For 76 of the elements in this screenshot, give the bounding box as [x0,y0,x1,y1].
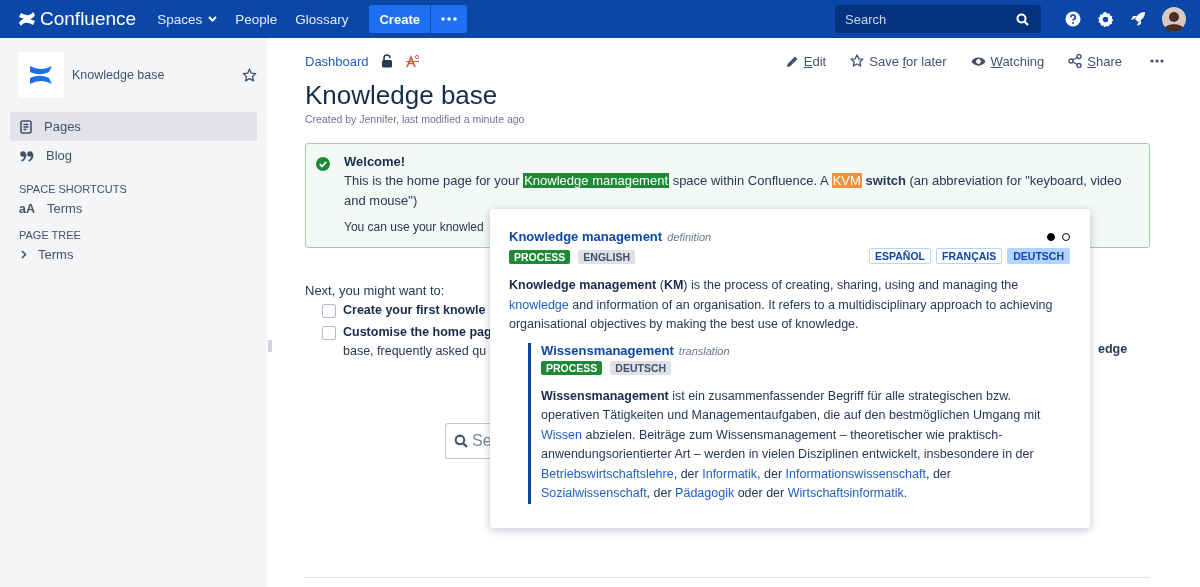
term-type: translation [678,344,730,357]
term-link[interactable]: Wirtschaftsinformatik [787,486,904,500]
quote-icon [20,149,34,162]
nav-link[interactable]: People [226,5,287,33]
shortcut-link[interactable]: Terms [47,201,83,216]
resize-handle[interactable] [268,340,272,352]
section-heading: SPACE SHORTCUTS [19,183,128,195]
term-link[interactable]: Wissensmanagement [541,342,674,358]
term-link[interactable]: Wissen [541,427,582,442]
term-type: definition [667,231,712,243]
next-heading: Next, you might want to: [305,283,445,298]
dots-icon [1150,59,1164,63]
page-byline: Created by Jennifer, last modified a minute ago [305,113,526,125]
tree-item[interactable]: Terms [38,247,74,262]
star-icon [850,54,865,68]
tag: DEUTSCH [610,360,672,375]
success-icon [316,157,330,171]
space-name[interactable]: Knowledge base [72,68,242,82]
sidebar-item[interactable]: Blog [10,141,257,170]
share-icon [1068,54,1083,68]
action-button[interactable]: Watching [966,53,1049,69]
action-button[interactable]: Save for later [846,53,951,69]
settings-icon[interactable] [1097,10,1114,28]
term-link[interactable]: Betriebswirtschaftslehre [541,466,674,481]
breadcrumb-link[interactable]: Dashboard [305,53,369,69]
expand-icon[interactable] [20,250,28,259]
unlock-icon[interactable] [380,54,393,68]
app-logo[interactable]: Confluence [40,8,137,30]
page-icon [20,119,32,134]
language-tab[interactable]: ESPAÑOL [869,248,931,264]
tag: ENGLISH [578,250,636,264]
term-link[interactable]: knowledge [509,297,569,312]
avatar[interactable] [1162,7,1186,31]
translate-icon[interactable] [404,53,420,69]
shortcut-icon: aA [19,201,35,216]
help-icon[interactable] [1065,11,1081,27]
term-link[interactable]: Pädagogik [675,486,735,500]
star-icon[interactable] [242,67,257,83]
checkbox[interactable] [322,326,336,340]
tag: PROCESS [541,360,603,375]
language-tab[interactable]: DEUTSCH [1007,248,1070,264]
panel-title: Welcome! [344,154,407,169]
section-heading: PAGE TREE [19,229,82,241]
rocket-icon[interactable] [1130,11,1146,27]
dots-icon [440,17,457,21]
tag: PROCESS [509,250,571,264]
checkbox[interactable] [322,304,336,318]
search-field[interactable]: Se [445,423,492,459]
pencil-icon [785,54,799,68]
task-text: edge [1098,341,1128,358]
action-button[interactable]: Edit [781,53,831,69]
task-text: base, frequently asked qu [343,343,488,360]
term-link[interactable]: Sozialwissenschaft [541,486,647,500]
pager-dot[interactable] [1047,232,1055,241]
definition-text: Knowledge management (KM) is the process of creating, sharing, using and managing the knowledge and information of an organisation. It refers to a multidisciplinary approach to achieving organisational objectives by making the best use of knowledge. [509,277,1054,333]
search-field[interactable]: Search [835,5,1041,33]
panel-text: This is the home page for your Knowledge management space within Confluence. A KVM switch (an abbreviation for "keyboard, video and mouse") [344,172,1123,210]
eye-icon [970,55,986,67]
sidebar-item[interactable]: Pages [10,112,257,141]
task-text: Create your first knowle [343,302,486,319]
page-title: Knowledge base [305,80,499,111]
search-icon [1016,13,1029,26]
language-tab[interactable]: FRANÇAIS [936,248,1003,264]
glossary-term[interactable]: Knowledge management [523,173,670,188]
more-button[interactable] [429,5,467,33]
logo-icon [18,11,36,27]
create-button[interactable]: Create [369,5,430,33]
nav-link[interactable]: Glossary [286,5,358,33]
caret-icon [208,16,218,22]
nav-link[interactable]: Spaces [148,5,227,33]
term-link[interactable]: Knowledge management [509,229,663,244]
term-link[interactable]: Informationswissenschaft [785,466,926,481]
action-button[interactable]: Share [1064,53,1126,69]
definition-text: Wissensmanagement ist ein zusammenfassender Begriff für alle strategischen bzw. operativen Tätigkeiten und Managementaufgaben, die auf den bestmöglichen Umgang mit Wissen abzielen. Beiträge zum Wissensmanagement – theoretischer wie praktisch-anwendungsorientierter Art – werden in vielen Disziplinen entwickelt, insbesondere in der Betriebswirtschaftslehre, der Informatik, der Informationswissenschaft, der Sozialwissenschaft, der Pädagogik oder der Wirtschaftsinformatik. [541,387,1042,502]
panel-text: You can use your knowled [344,219,484,236]
space-logo[interactable] [18,52,64,98]
